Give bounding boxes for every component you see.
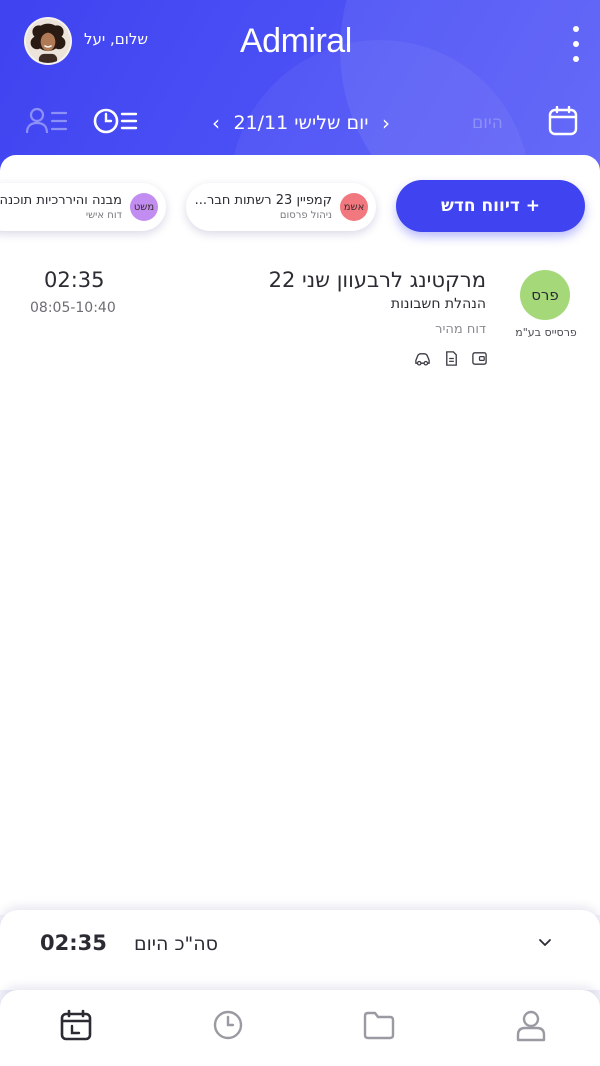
report-duration: 02:35 [44, 268, 105, 292]
today-button[interactable]: היום [472, 113, 503, 133]
wallet-icon [472, 352, 487, 365]
client-name: פרסייס בע"מ [515, 326, 577, 339]
chip-title: מבנה והיררכיות תוכנה [0, 193, 122, 208]
report-tags [414, 350, 488, 368]
current-date[interactable]: יום שלישי 21/11 [233, 112, 368, 134]
client-badge: אשמ [340, 193, 368, 221]
report-title[interactable]: מרקטינג לרבעוון שני 22 [269, 268, 486, 292]
new-report-button[interactable]: + דיווח חדש [396, 180, 585, 232]
car-icon [415, 353, 430, 366]
client-badge: משט [130, 193, 158, 221]
total-time: 02:35 [40, 931, 107, 955]
chevron-down-icon[interactable] [537, 935, 553, 951]
chip-subtitle: ניהול פרסום [279, 210, 332, 221]
recent-report-chip[interactable]: משט מבנה והיררכיות תוכנה דוח אישי [0, 183, 166, 231]
chip-subtitle: דוח אישי [85, 210, 122, 221]
greeting-text: שלום, יעל [84, 30, 148, 48]
folder-icon[interactable] [362, 1008, 396, 1042]
kebab-menu-icon[interactable] [568, 26, 584, 62]
report-type: דוח מהיר [435, 322, 486, 337]
clock-icon[interactable] [211, 1008, 245, 1042]
client-badge: פרס [520, 270, 570, 320]
calendar-icon[interactable] [59, 1008, 93, 1042]
recent-report-chip[interactable]: אשמ קמפיין 23 רשתות חבר... ניהול פרסום [186, 183, 376, 231]
app-logo: Admiral [240, 22, 352, 60]
chevron-right-icon[interactable]: › [376, 110, 396, 136]
team-list-icon[interactable] [26, 107, 68, 135]
user-avatar[interactable] [24, 17, 72, 65]
report-subtitle: הנהלת חשבונות [390, 296, 486, 312]
chip-title: קמפיין 23 רשתות חבר... [194, 193, 332, 208]
user-icon[interactable] [514, 1008, 548, 1042]
calendar-icon[interactable] [548, 106, 578, 136]
document-icon [445, 351, 457, 366]
time-list-icon[interactable] [92, 106, 138, 136]
total-label: סה"כ היום [134, 933, 219, 955]
date-navigator: ‹ יום שלישי 21/11 › [206, 110, 396, 136]
report-time-range: 08:05-10:40 [30, 300, 116, 316]
chevron-left-icon[interactable]: ‹ [206, 110, 226, 136]
